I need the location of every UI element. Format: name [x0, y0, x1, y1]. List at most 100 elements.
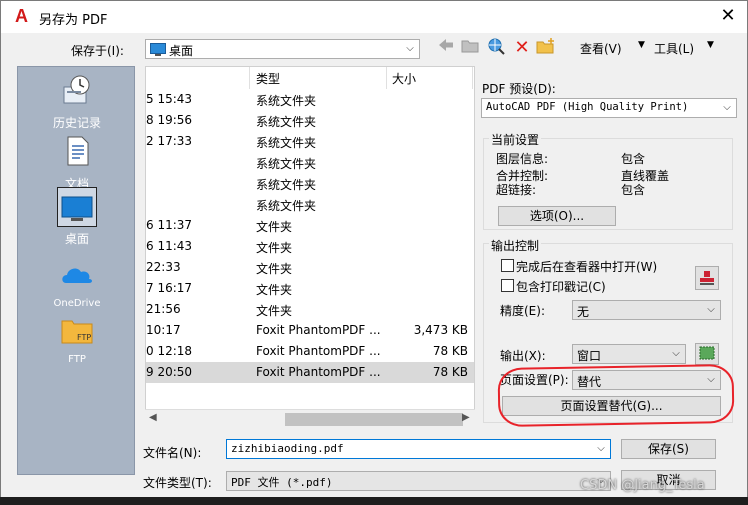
row-type: 系统文件夹 — [256, 94, 317, 108]
ftp-folder-icon: FTP — [61, 320, 93, 344]
stamp-settings-button[interactable] — [695, 266, 719, 290]
table-row[interactable]: 系统文件夹 — [146, 173, 474, 194]
place-documents[interactable]: 文档 — [18, 134, 136, 192]
pdf-preset-value: AutoCAD PDF (High Quality Print) — [486, 101, 689, 113]
filetype-select[interactable]: PDF 文件 (*.pdf) ⌵ — [226, 471, 611, 491]
chevron-down-icon: ⌵ — [723, 102, 731, 113]
chevron-down-icon[interactable]: ▼ — [638, 40, 645, 50]
place-desktop[interactable]: 桌面 — [18, 187, 136, 247]
table-row[interactable]: 0 12:18 Foxit PhantomPDF ... 78 KB — [146, 341, 474, 362]
documents-icon — [67, 136, 89, 166]
csdn-watermark: CSDN @Jiang_Tesla — [580, 478, 705, 493]
place-label: FTP — [68, 354, 86, 365]
include-stamp-label: 包含打印戳记(C) — [516, 280, 606, 294]
row-type: Foxit PhantomPDF ... — [256, 323, 381, 337]
table-row[interactable]: 6 11:37 文件夹 — [146, 215, 474, 236]
row-type: 文件夹 — [256, 283, 293, 297]
row-date: 5 15:43 — [146, 92, 193, 106]
table-row[interactable]: 系统文件夹 — [146, 152, 474, 173]
current-settings-title: 当前设置 — [489, 131, 542, 148]
file-list-header: 类型 大小 — [146, 67, 474, 89]
row-date: 0 12:18 — [146, 344, 193, 358]
place-onedrive[interactable]: OneDrive — [18, 257, 136, 309]
file-list[interactable]: 类型 大小 5 15:43 系统文件夹 8 19:56 系统文件夹 2 17:33 系统文… — [145, 66, 475, 428]
table-row[interactable]: 2 17:33 系统文件夹 — [146, 131, 474, 152]
chevron-down-icon: ⌵ — [707, 304, 715, 315]
setting-layer-info-value: 包含 — [621, 152, 646, 166]
row-size: 78 KB — [432, 365, 468, 379]
autocad-app-icon: A — [15, 6, 28, 26]
setting-layer-info-name: 图层信息: — [496, 152, 549, 166]
save-in-label: 保存于(I): — [71, 44, 124, 58]
chevron-down-icon: ⌵ — [597, 443, 605, 454]
new-folder-icon[interactable] — [535, 37, 557, 59]
row-date: 22:33 — [146, 260, 181, 274]
row-date: 2 17:33 — [146, 134, 193, 148]
filename-input[interactable]: zizhibiaoding.pdf ⌵ — [226, 439, 611, 459]
pdf-preset-select[interactable]: AutoCAD PDF (High Quality Print) ⌵ — [481, 98, 737, 118]
row-date: 8 19:56 — [146, 113, 193, 127]
column-divider[interactable] — [472, 67, 473, 89]
row-type: Foxit PhantomPDF ... — [256, 344, 381, 358]
view-menu[interactable]: 查看(V) — [580, 40, 622, 57]
column-divider[interactable] — [386, 67, 387, 89]
scrollbar-thumb[interactable] — [285, 413, 463, 426]
row-date: 7 16:17 — [146, 281, 193, 295]
column-size[interactable]: 大小 — [392, 70, 416, 87]
output-select[interactable]: 窗口 ⌵ — [572, 344, 686, 364]
select-window-button[interactable] — [695, 343, 719, 365]
row-type: 文件夹 — [256, 262, 293, 276]
table-row[interactable]: 7 16:17 文件夹 — [146, 278, 474, 299]
filetype-value: PDF 文件 (*.pdf) — [231, 476, 333, 489]
scroll-left-icon[interactable]: ◀ — [149, 412, 157, 423]
onedrive-icon — [62, 268, 92, 283]
row-type: 系统文件夹 — [256, 157, 317, 171]
place-label: OneDrive — [53, 298, 101, 309]
save-button[interactable]: 保存(S) — [621, 439, 716, 459]
close-icon[interactable]: ✕ — [713, 3, 743, 31]
place-ftp[interactable]: FTP FTP — [18, 313, 136, 365]
place-history[interactable]: 历史记录 — [18, 73, 136, 131]
table-row[interactable]: 10:17 Foxit PhantomPDF ... 3,473 KB — [146, 320, 474, 341]
chevron-down-icon: ⌵ — [672, 348, 680, 359]
chevron-down-icon[interactable]: ▼ — [707, 40, 714, 50]
table-row[interactable]: 9 20:50 Foxit PhantomPDF ... 78 KB — [146, 362, 474, 383]
options-button[interactable]: 选项(O)... — [498, 206, 616, 226]
tools-menu[interactable]: 工具(L) — [654, 40, 694, 57]
filetype-label: 文件类型(T): — [143, 476, 212, 490]
row-date: 6 11:37 — [146, 218, 193, 232]
delete-icon[interactable]: ✕ — [511, 37, 533, 59]
table-row[interactable]: 22:33 文件夹 — [146, 257, 474, 278]
location-combo[interactable]: 桌面 ⌵ — [145, 39, 420, 59]
row-date: 10:17 — [146, 323, 181, 337]
up-folder-icon[interactable] — [459, 37, 481, 59]
row-type: 系统文件夹 — [256, 115, 317, 129]
table-row[interactable]: 5 15:43 系统文件夹 — [146, 89, 474, 110]
include-stamp-checkbox[interactable] — [501, 279, 514, 292]
row-size: 3,473 KB — [413, 323, 468, 337]
horizontal-scrollbar[interactable]: ◀ ▶ — [145, 409, 475, 428]
back-icon[interactable] — [435, 37, 457, 59]
background-strip — [0, 497, 748, 505]
location-value: 桌面 — [169, 44, 194, 58]
open-in-viewer-checkbox[interactable] — [501, 259, 514, 272]
table-row[interactable]: 8 19:56 系统文件夹 — [146, 110, 474, 131]
precision-select[interactable]: 无 ⌵ — [572, 300, 721, 320]
scroll-right-icon[interactable]: ▶ — [462, 412, 470, 423]
column-type[interactable]: 类型 — [256, 70, 280, 87]
column-divider[interactable] — [249, 67, 250, 89]
table-row[interactable]: 系统文件夹 — [146, 194, 474, 215]
save-as-pdf-dialog: A 另存为 PDF ✕ 保存于(I): 桌面 ⌵ ✕ 查看(V) ▼ 工具(L)… — [0, 0, 748, 505]
output-value: 窗口 — [577, 349, 602, 363]
table-row[interactable]: 6 11:43 文件夹 — [146, 236, 474, 257]
desktop-selected-frame — [57, 187, 97, 227]
search-web-icon[interactable] — [485, 37, 507, 59]
table-row[interactable]: 21:56 文件夹 — [146, 299, 474, 320]
place-label: 桌面 — [64, 232, 89, 246]
setting-hyperlink-name: 超链接: — [496, 183, 537, 197]
title-bar: A 另存为 PDF ✕ — [1, 1, 747, 33]
row-type: 系统文件夹 — [256, 199, 317, 213]
precision-label: 精度(E): — [500, 304, 545, 318]
setting-hyperlink-value: 包含 — [621, 183, 646, 197]
svg-text:FTP: FTP — [77, 333, 91, 342]
